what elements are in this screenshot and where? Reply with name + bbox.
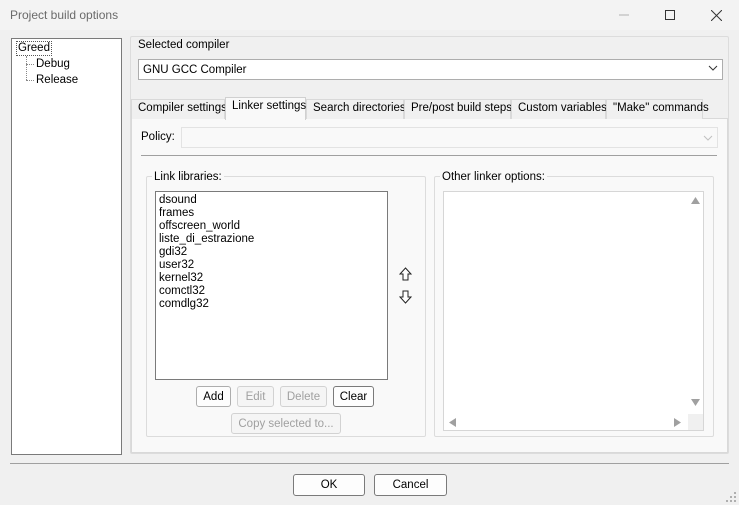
tree-item-root[interactable]: Greed: [16, 41, 52, 56]
scroll-down-icon: [691, 399, 700, 406]
list-item[interactable]: dsound: [159, 194, 387, 207]
list-item[interactable]: user32: [159, 259, 387, 272]
compiler-select[interactable]: GNU GCC Compiler: [138, 59, 723, 80]
copy-selected-button[interactable]: Copy selected to...: [231, 413, 341, 434]
list-item[interactable]: comctl32: [159, 285, 387, 298]
tab-custom-variables[interactable]: Custom variables: [511, 99, 607, 119]
maximize-icon: [665, 10, 675, 20]
chevron-down-icon: [703, 135, 713, 141]
move-up-button[interactable]: [395, 264, 415, 283]
minimize-icon: [619, 14, 629, 16]
close-button[interactable]: [693, 0, 739, 30]
other-linker-options-textarea[interactable]: [443, 191, 704, 431]
tab-linker-settings[interactable]: Linker settings: [225, 97, 306, 120]
clear-libraries-button[interactable]: Clear: [333, 386, 374, 407]
vertical-scrollbar[interactable]: [688, 192, 703, 414]
list-item[interactable]: frames: [159, 207, 387, 220]
add-library-button[interactable]: Add: [196, 386, 231, 407]
tab-compiler-settings[interactable]: Compiler settings: [131, 99, 227, 119]
list-item[interactable]: comdlg32: [159, 298, 387, 311]
tab-make-commands[interactable]: "Make" commands: [606, 99, 709, 119]
scroll-left-icon: [449, 418, 456, 427]
horizontal-scrollbar[interactable]: [444, 414, 688, 430]
tree-item-release[interactable]: Release: [36, 74, 78, 86]
cancel-button[interactable]: Cancel: [374, 474, 447, 496]
ok-button[interactable]: OK: [293, 474, 365, 496]
policy-label: Policy:: [141, 131, 175, 143]
other-linker-options-label: Other linker options:: [440, 171, 547, 183]
tree-connector: [26, 56, 27, 80]
window-title: Project build options: [10, 8, 119, 22]
chevron-down-icon: [708, 65, 718, 71]
scroll-right-icon: [674, 418, 681, 427]
compiler-select-value: GNU GCC Compiler: [143, 64, 247, 76]
edit-library-button[interactable]: Edit: [237, 386, 274, 407]
close-icon: [710, 9, 722, 21]
link-libraries-label: Link libraries:: [152, 171, 224, 183]
tree-connector: [26, 80, 34, 81]
link-libraries-list[interactable]: dsound frames offscreen_world liste_di_e…: [155, 191, 388, 380]
scroll-up-icon: [691, 197, 700, 204]
tree-connector: [26, 64, 34, 65]
maximize-button[interactable]: [647, 0, 693, 30]
selected-compiler-label: Selected compiler: [138, 39, 230, 51]
tab-search-directories[interactable]: Search directories: [306, 99, 406, 119]
tree-item-debug[interactable]: Debug: [36, 58, 70, 70]
separator: [10, 463, 729, 464]
resize-grip-icon[interactable]: [725, 491, 737, 503]
list-item[interactable]: liste_di_estrazione: [159, 233, 387, 246]
list-item[interactable]: gdi32: [159, 246, 387, 259]
arrow-down-outline-icon: [398, 290, 412, 304]
tab-pre-post-build-steps[interactable]: Pre/post build steps: [404, 99, 512, 119]
policy-select: [181, 127, 718, 148]
build-target-tree[interactable]: Greed Debug Release: [11, 38, 122, 455]
tab-strip: Compiler settings Linker settings Search…: [131, 97, 729, 120]
arrow-up-outline-icon: [398, 266, 412, 280]
move-down-button[interactable]: [395, 287, 415, 306]
list-item[interactable]: kernel32: [159, 272, 387, 285]
delete-library-button[interactable]: Delete: [280, 386, 327, 407]
list-item[interactable]: offscreen_world: [159, 220, 387, 233]
minimize-button[interactable]: [601, 0, 647, 30]
scrollbar-corner: [688, 414, 703, 430]
separator: [141, 155, 717, 156]
